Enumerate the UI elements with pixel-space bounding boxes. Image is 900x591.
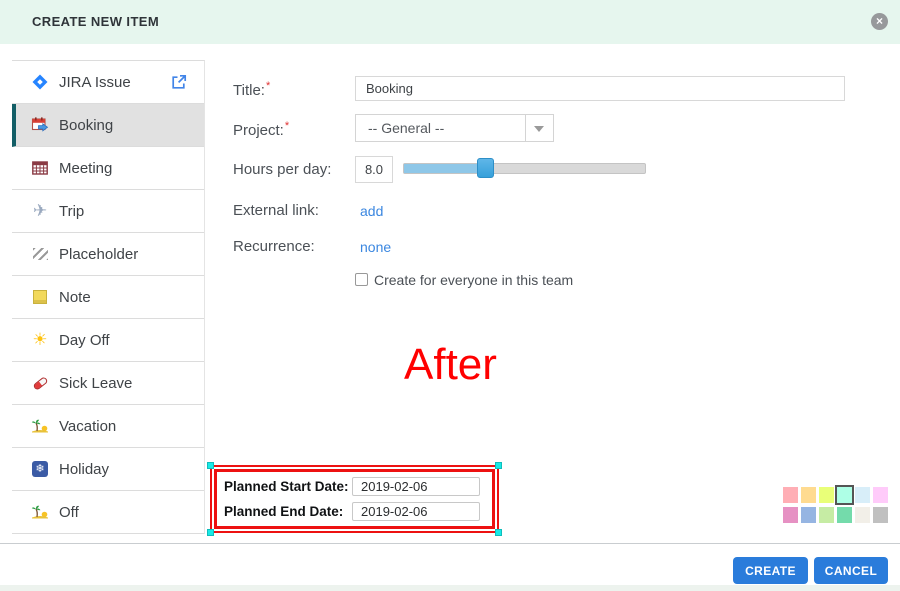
sidebar-item-trip[interactable]: ✈ Trip <box>12 190 204 233</box>
external-link-icon[interactable] <box>170 73 188 91</box>
airplane-icon: ✈ <box>30 202 50 220</box>
sidebar-item-label: Off <box>59 504 79 521</box>
external-link-row: External link: add <box>233 202 863 222</box>
selection-handle <box>207 462 214 469</box>
planned-end-date-input[interactable] <box>352 502 480 521</box>
close-icon[interactable]: × <box>871 13 888 30</box>
recurrence-value-link[interactable]: none <box>360 239 391 255</box>
annotation-highlight-box: Planned Start Date: Planned End Date: <box>210 465 499 533</box>
selection-handle <box>495 462 502 469</box>
hours-label: Hours per day: <box>233 161 331 178</box>
planned-start-date-label: Planned Start Date: <box>224 479 349 494</box>
sidebar-item-vacation[interactable]: Vacation <box>12 405 204 448</box>
color-swatch[interactable] <box>855 487 870 503</box>
cancel-button[interactable]: CANCEL <box>814 557 888 584</box>
sidebar-item-jira-issue[interactable]: JIRA Issue <box>12 61 204 104</box>
color-swatch[interactable] <box>837 487 852 503</box>
title-row: Title:* <box>233 80 863 106</box>
sidebar-item-meeting[interactable]: Meeting <box>12 147 204 190</box>
dialog-title: CREATE NEW ITEM <box>32 0 159 44</box>
sidebar-item-off[interactable]: Off <box>12 491 204 534</box>
note-icon <box>30 288 50 306</box>
color-swatch[interactable] <box>837 507 852 523</box>
create-new-item-dialog: CREATE NEW ITEM × JIRA Issue Booking Meeti… <box>0 0 900 591</box>
title-input[interactable] <box>355 76 845 101</box>
project-select[interactable]: -- General -- <box>355 114 554 142</box>
pill-icon <box>30 374 50 392</box>
color-swatch[interactable] <box>801 487 816 503</box>
color-swatch[interactable] <box>819 487 834 503</box>
team-checkbox[interactable] <box>355 273 368 286</box>
sidebar-item-label: Meeting <box>59 160 112 177</box>
sun-icon: ☀ <box>30 331 50 349</box>
hours-slider[interactable] <box>403 163 646 174</box>
required-asterisk: * <box>285 120 289 132</box>
color-swatch[interactable] <box>855 507 870 523</box>
project-label: Project:* <box>233 120 289 139</box>
slider-handle[interactable] <box>477 158 494 178</box>
sidebar-item-day-off[interactable]: ☀ Day Off <box>12 319 204 362</box>
sidebar-item-label: Sick Leave <box>59 375 132 392</box>
color-palette <box>783 487 888 523</box>
add-external-link[interactable]: add <box>360 203 383 219</box>
color-swatch[interactable] <box>783 507 798 523</box>
meeting-calendar-icon <box>30 159 50 177</box>
slider-fill <box>404 164 486 173</box>
color-swatch[interactable] <box>783 487 798 503</box>
external-link-label: External link: <box>233 202 319 219</box>
project-row: Project:* -- General -- <box>233 120 863 148</box>
dropdown-arrow-button[interactable] <box>525 115 553 141</box>
recurrence-label: Recurrence: <box>233 238 315 255</box>
sidebar-item-label: Note <box>59 289 91 306</box>
team-checkbox-label: Create for everyone in this team <box>374 272 573 288</box>
sidebar-item-holiday[interactable]: ❄ Holiday <box>12 448 204 491</box>
sidebar-item-label: Placeholder <box>59 246 138 263</box>
sidebar: JIRA Issue Booking Meeting ✈ Trip Placeholder… <box>12 60 205 534</box>
hours-input[interactable] <box>355 156 393 183</box>
sidebar-item-label: Trip <box>59 203 84 220</box>
required-asterisk: * <box>266 80 270 92</box>
hours-row: Hours per day: <box>233 161 863 189</box>
team-checkbox-row: Create for everyone in this team <box>233 272 863 290</box>
dialog-footer: CREATE CANCEL <box>0 543 900 585</box>
sidebar-item-label: Vacation <box>59 418 116 435</box>
sidebar-item-note[interactable]: Note <box>12 276 204 319</box>
jira-diamond-icon <box>30 73 50 91</box>
selection-handle <box>207 529 214 536</box>
project-selected-value: -- General -- <box>368 115 444 141</box>
dialog-header: CREATE NEW ITEM × <box>0 0 900 44</box>
planned-end-date-label: Planned End Date: <box>224 504 343 519</box>
color-swatch[interactable] <box>873 487 888 503</box>
sidebar-item-label: JIRA Issue <box>59 74 131 91</box>
color-swatch[interactable] <box>801 507 816 523</box>
recurrence-row: Recurrence: none <box>233 238 863 258</box>
sidebar-item-label: Holiday <box>59 461 109 478</box>
booking-calendar-icon <box>30 116 50 134</box>
selection-handle <box>495 529 502 536</box>
title-label: Title:* <box>233 80 270 99</box>
planned-start-date-input[interactable] <box>352 477 480 496</box>
stripes-icon <box>30 245 50 263</box>
page-background-strip <box>0 585 900 591</box>
sidebar-item-sick-leave[interactable]: Sick Leave <box>12 362 204 405</box>
color-swatch[interactable] <box>819 507 834 523</box>
snowflake-icon: ❄ <box>30 460 50 478</box>
beach-icon <box>30 503 50 521</box>
sidebar-item-booking[interactable]: Booking <box>12 104 204 147</box>
sidebar-item-label: Booking <box>59 117 113 134</box>
after-annotation-text: After <box>404 340 497 390</box>
create-button[interactable]: CREATE <box>733 557 808 584</box>
sidebar-item-label: Day Off <box>59 332 110 349</box>
color-swatch[interactable] <box>873 507 888 523</box>
sidebar-item-placeholder[interactable]: Placeholder <box>12 233 204 276</box>
chevron-down-icon <box>534 126 544 132</box>
beach-icon <box>30 417 50 435</box>
